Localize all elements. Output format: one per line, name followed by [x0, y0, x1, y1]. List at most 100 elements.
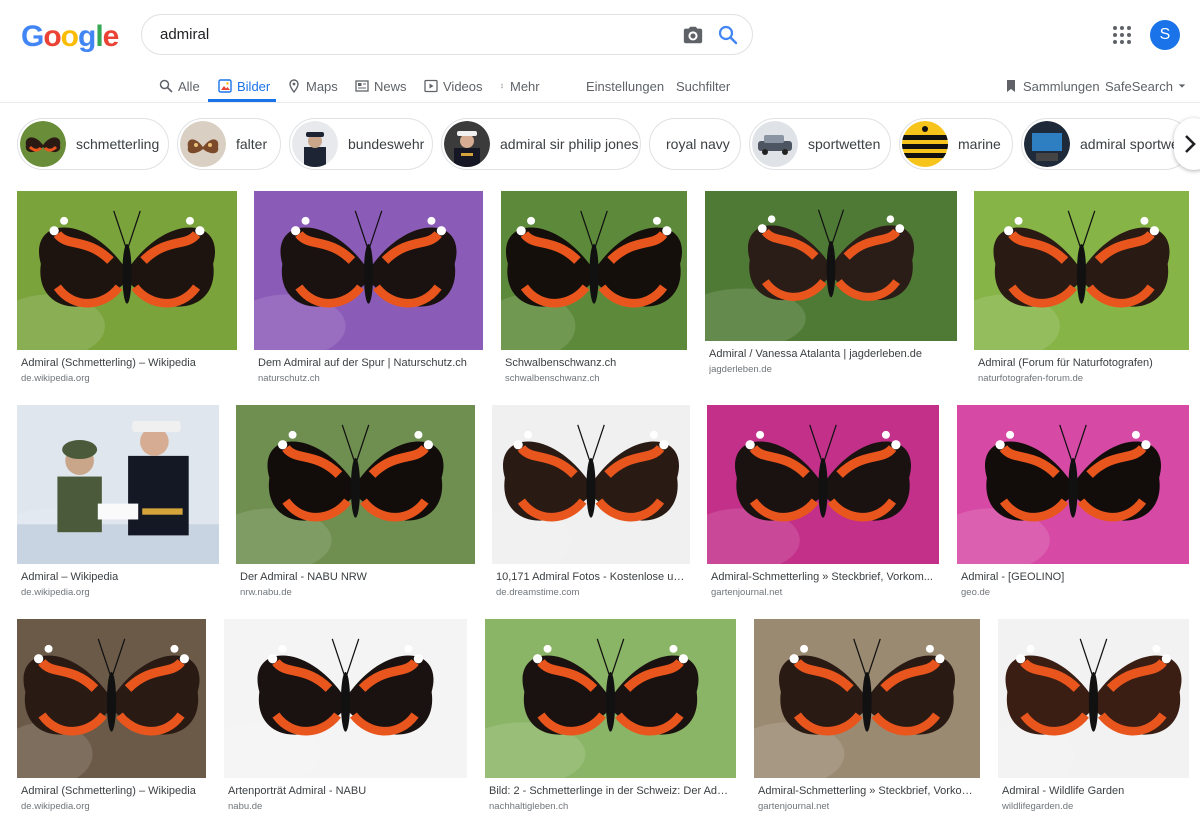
tab-maps[interactable]: Maps — [287, 76, 338, 96]
result-site[interactable]: de.wikipedia.org — [21, 801, 204, 812]
result-site[interactable]: jagderleben.de — [709, 364, 955, 375]
camera-icon[interactable] — [682, 24, 704, 46]
result-title[interactable]: Admiral-Schmetterling » Steckbrief, Vork… — [711, 571, 937, 583]
result-title[interactable]: Bild: 2 - Schmetterlinge in der Schweiz:… — [489, 785, 734, 797]
result-site[interactable]: nachhaltigleben.ch — [489, 801, 734, 812]
result-thumbnail[interactable] — [17, 619, 206, 778]
chips-next-button[interactable] — [1174, 118, 1200, 170]
image-result[interactable]: Bild: 2 - Schmetterlinge in der Schweiz:… — [485, 619, 736, 816]
chip-sportwetten[interactable]: sportwetten — [749, 118, 891, 170]
result-site[interactable]: schwalbenschwanz.ch — [505, 373, 685, 384]
tab-all[interactable]: Alle — [159, 76, 200, 96]
tab-videos[interactable]: Videos — [424, 76, 483, 96]
chip-thumbnail — [902, 121, 948, 167]
image-result[interactable]: Admiral – Wikipedia de.wikipedia.org — [17, 405, 219, 602]
chip-bundeswehr[interactable]: bundeswehr — [289, 118, 433, 170]
logo-letter: o — [60, 20, 79, 53]
chip-thumbnail — [1024, 121, 1070, 167]
chip-marine[interactable]: marine — [899, 118, 1013, 170]
chip-thumbnail — [292, 121, 338, 167]
tab-news[interactable]: News — [355, 76, 407, 96]
result-title[interactable]: Der Admiral - NABU NRW — [240, 571, 473, 583]
tab-images[interactable]: Bilder — [218, 76, 270, 96]
result-thumbnail[interactable] — [254, 191, 483, 350]
pin-icon — [289, 79, 299, 93]
image-result[interactable]: Admiral (Forum für Naturfotografen) natu… — [974, 191, 1189, 388]
apps-grid-icon[interactable] — [1112, 25, 1132, 45]
search-box[interactable]: admiral — [141, 14, 753, 55]
chip-falter[interactable]: falter — [177, 118, 281, 170]
chip-royal-navy[interactable]: royal navy — [649, 118, 741, 170]
result-title[interactable]: Admiral (Forum für Naturfotografen) — [978, 357, 1187, 369]
image-result[interactable]: Admiral - Wildlife Garden wildlifegarden… — [998, 619, 1189, 816]
avatar[interactable]: S — [1150, 20, 1180, 50]
result-site[interactable]: de.dreamstime.com — [496, 587, 688, 598]
logo-letter: o — [43, 20, 61, 53]
result-thumbnail[interactable] — [707, 405, 939, 564]
image-icon — [218, 79, 232, 93]
result-site[interactable]: nabu.de — [228, 801, 465, 812]
result-thumbnail[interactable] — [974, 191, 1189, 350]
result-thumbnail[interactable] — [998, 619, 1189, 778]
result-thumbnail[interactable] — [224, 619, 467, 778]
image-result[interactable]: Admiral-Schmetterling » Steckbrief, Vork… — [754, 619, 980, 816]
image-result[interactable]: Admiral - [GEOLINO] geo.de — [957, 405, 1189, 602]
chip-label: marine — [958, 136, 1001, 152]
search-tools-link[interactable]: Suchfilter — [676, 76, 730, 96]
image-result[interactable]: Admiral-Schmetterling » Steckbrief, Vork… — [707, 405, 939, 602]
result-site[interactable]: nrw.nabu.de — [240, 587, 473, 598]
logo-letter: l — [95, 20, 103, 53]
result-site[interactable]: wildlifegarden.de — [1002, 801, 1187, 812]
chip-label: royal navy — [666, 136, 730, 152]
result-title[interactable]: Admiral – Wikipedia — [21, 571, 217, 583]
tab-label: News — [374, 78, 407, 94]
chip-admiral-sportwetten[interactable]: admiral sportwetten — [1021, 118, 1191, 170]
search-icon — [159, 79, 173, 93]
result-site[interactable]: gartenjournal.net — [711, 587, 937, 598]
result-site[interactable]: geo.de — [961, 587, 1187, 598]
chip-label: bundeswehr — [348, 136, 425, 152]
result-thumbnail[interactable] — [754, 619, 980, 778]
result-title[interactable]: 10,171 Admiral Fotos - Kostenlose und ..… — [496, 571, 688, 583]
chip-admiral-sir-philip-jones[interactable]: admiral sir philip jones — [441, 118, 641, 170]
result-site[interactable]: de.wikipedia.org — [21, 587, 217, 598]
image-result[interactable]: Admiral (Schmetterling) – Wikipedia de.w… — [17, 619, 206, 816]
result-site[interactable]: de.wikipedia.org — [21, 373, 235, 384]
result-site[interactable]: naturfotografen-forum.de — [978, 373, 1187, 384]
chip-schmetterling[interactable]: schmetterling — [17, 118, 169, 170]
search-icon[interactable] — [716, 23, 740, 47]
result-title[interactable]: Admiral - Wildlife Garden — [1002, 785, 1187, 797]
image-result[interactable]: Der Admiral - NABU NRW nrw.nabu.de — [236, 405, 475, 602]
image-result[interactable]: 10,171 Admiral Fotos - Kostenlose und ..… — [492, 405, 690, 602]
collections-link[interactable]: Sammlungen — [1004, 76, 1100, 96]
google-logo[interactable]: Google — [21, 20, 119, 54]
result-thumbnail[interactable] — [17, 405, 219, 564]
result-thumbnail[interactable] — [492, 405, 690, 564]
result-title[interactable]: Artenporträt Admiral - NABU — [228, 785, 465, 797]
tab-more[interactable]: Mehr — [499, 76, 540, 96]
result-title[interactable]: Admiral-Schmetterling » Steckbrief, Vork… — [758, 785, 978, 797]
result-thumbnail[interactable] — [705, 191, 957, 341]
image-result[interactable]: Artenporträt Admiral - NABU nabu.de — [224, 619, 467, 816]
image-result[interactable]: Admiral (Schmetterling) – Wikipedia de.w… — [17, 191, 237, 388]
result-title[interactable]: Admiral / Vanessa Atalanta | jagderleben… — [709, 348, 955, 360]
result-title[interactable]: Dem Admiral auf der Spur | Naturschutz.c… — [258, 357, 481, 369]
safesearch-dropdown[interactable]: SafeSearch — [1105, 76, 1186, 96]
image-result[interactable]: Admiral / Vanessa Atalanta | jagderleben… — [705, 191, 957, 379]
image-result[interactable]: Dem Admiral auf der Spur | Naturschutz.c… — [254, 191, 483, 388]
search-input[interactable]: admiral — [160, 26, 209, 43]
result-title[interactable]: Admiral - [GEOLINO] — [961, 571, 1187, 583]
result-title[interactable]: Admiral (Schmetterling) – Wikipedia — [21, 785, 204, 797]
result-thumbnail[interactable] — [485, 619, 736, 778]
result-thumbnail[interactable] — [957, 405, 1189, 564]
result-site[interactable]: gartenjournal.net — [758, 801, 978, 812]
settings-link[interactable]: Einstellungen — [586, 76, 664, 96]
result-thumbnail[interactable] — [236, 405, 475, 564]
result-thumbnail[interactable] — [501, 191, 687, 350]
result-site[interactable]: naturschutz.ch — [258, 373, 481, 384]
result-title[interactable]: Admiral (Schmetterling) – Wikipedia — [21, 357, 235, 369]
chip-thumbnail — [180, 121, 226, 167]
result-thumbnail[interactable] — [17, 191, 237, 350]
image-result[interactable]: Schwalbenschwanz.ch schwalbenschwanz.ch — [501, 191, 687, 388]
result-title[interactable]: Schwalbenschwanz.ch — [505, 357, 685, 369]
